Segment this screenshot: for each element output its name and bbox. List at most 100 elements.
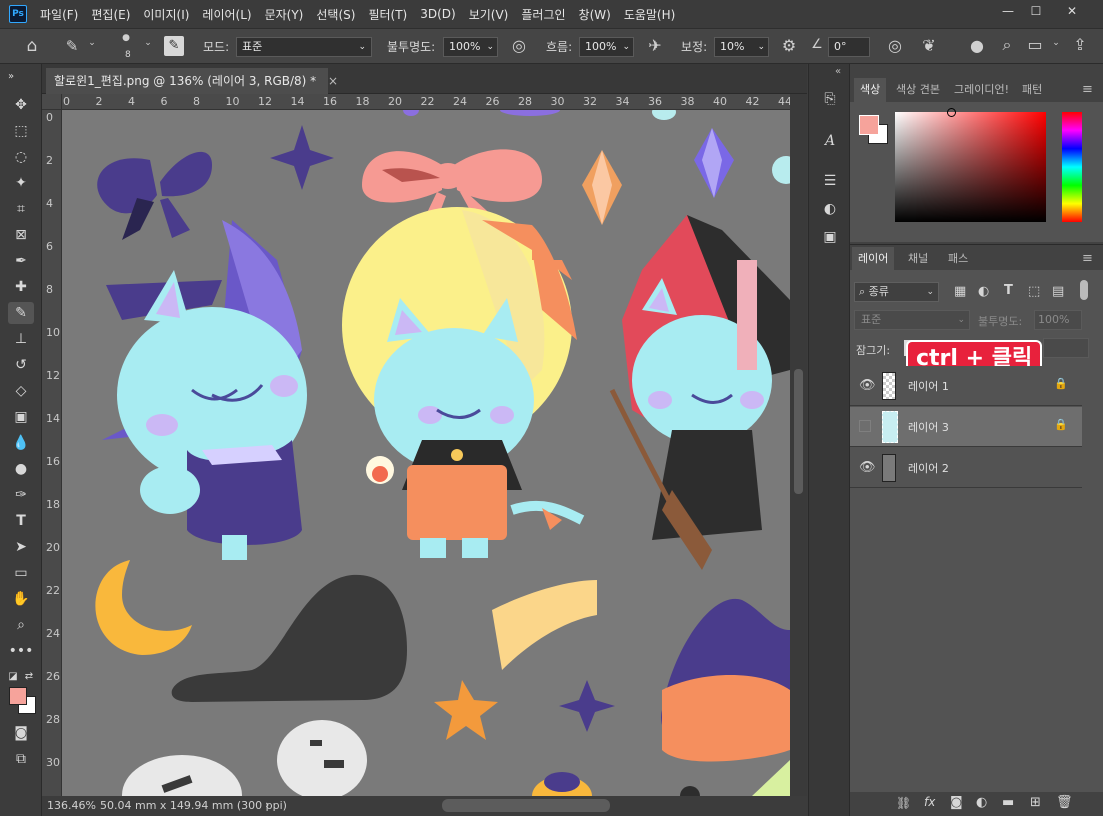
menu-type[interactable]: 문자(Y) xyxy=(265,6,304,23)
zoom-level[interactable]: 136.46% xyxy=(47,799,96,812)
more-tools-icon[interactable]: ••• xyxy=(8,640,34,662)
tab-layers[interactable]: 레이어 xyxy=(852,247,895,271)
user-icon[interactable]: ● xyxy=(966,36,988,55)
filter-type-icon[interactable]: T xyxy=(1004,283,1013,298)
crop-tool-icon[interactable]: ⌗ xyxy=(8,198,34,220)
flow-input[interactable]: 100% ⌄ xyxy=(579,37,634,57)
adjustments-icon[interactable]: ☰ xyxy=(817,170,843,192)
menu-3d[interactable]: 3D(D) xyxy=(420,7,455,21)
quick-mask-icon[interactable]: ◙ xyxy=(8,722,34,744)
filter-toggle[interactable] xyxy=(1080,280,1088,300)
marquee-tool-icon[interactable]: ⬚ xyxy=(8,120,34,142)
filter-pixel-icon[interactable]: ▦ xyxy=(954,284,966,299)
color-field[interactable] xyxy=(895,108,1046,222)
menu-plugins[interactable]: 플러그인 xyxy=(521,6,565,23)
minimize-button[interactable]: — xyxy=(995,2,1021,20)
chevron-down-icon[interactable]: ⌄ xyxy=(1050,38,1062,48)
horizontal-scroll-thumb[interactable] xyxy=(442,799,610,812)
document-tab[interactable]: 할로윈1_편집.png @ 136% (레이어 3, RGB/8) * × xyxy=(46,68,338,94)
layer-opacity-input[interactable]: 100% xyxy=(1034,310,1082,330)
history-icon[interactable]: ⎘ xyxy=(817,88,843,110)
chevron-down-icon[interactable]: ⌄ xyxy=(142,38,154,48)
menu-file[interactable]: 파일(F) xyxy=(40,6,78,23)
workspace-icon[interactable]: ▭ xyxy=(1024,35,1046,54)
mask-icon[interactable]: ◙ xyxy=(950,795,963,810)
layer-row[interactable]: 레이어 3 🔒 xyxy=(850,407,1082,447)
eyedropper-icon[interactable]: ✒ xyxy=(8,250,34,272)
trash-icon[interactable]: 🗑 xyxy=(1056,795,1073,810)
photoshop-logo-icon[interactable]: Ps xyxy=(9,5,27,23)
menu-help[interactable]: 도움말(H) xyxy=(624,6,676,23)
collapse-icon[interactable]: » xyxy=(4,66,18,88)
foreground-color-swatch[interactable] xyxy=(859,115,879,135)
blur-tool-icon[interactable]: 💧 xyxy=(8,432,34,454)
tab-color[interactable]: 색상 xyxy=(854,78,887,102)
filter-adjust-icon[interactable]: ◐ xyxy=(978,284,989,299)
canvas[interactable] xyxy=(62,110,790,796)
dodge-tool-icon[interactable]: ● xyxy=(8,458,34,480)
swap-colors-icon[interactable]: ⇄ xyxy=(22,666,36,688)
layer-row[interactable]: 👁 레이어 2 xyxy=(850,448,1082,488)
airbrush-icon[interactable]: ✈ xyxy=(644,36,666,55)
brush-settings-icon[interactable]: ✎ xyxy=(164,36,184,56)
symmetry-icon[interactable]: ❦ xyxy=(918,36,940,55)
hue-slider[interactable] xyxy=(1062,112,1082,222)
close-window-button[interactable]: ✕ xyxy=(1059,2,1085,20)
folder-icon[interactable]: ▬ xyxy=(1002,795,1014,810)
brush-tool-icon[interactable]: ✎ xyxy=(8,302,34,324)
close-tab-icon[interactable]: × xyxy=(328,68,338,94)
panel-menu-icon[interactable]: ≡ xyxy=(1082,251,1093,266)
gradient-tool-icon[interactable]: ▣ xyxy=(8,406,34,428)
menu-select[interactable]: 선택(S) xyxy=(316,6,355,23)
pressure-opacity-icon[interactable]: ◎ xyxy=(508,36,530,55)
eraser-tool-icon[interactable]: ◇ xyxy=(8,380,34,402)
history-brush-icon[interactable]: ↺ xyxy=(8,354,34,376)
frame-tool-icon[interactable]: ⊠ xyxy=(8,224,34,246)
filter-shape-icon[interactable]: ⬚ xyxy=(1028,284,1040,299)
menu-edit[interactable]: 편집(E) xyxy=(91,6,130,23)
menu-window[interactable]: 창(W) xyxy=(579,6,611,23)
status-menu-arrow[interactable]: › xyxy=(265,798,269,811)
layer-row[interactable]: 👁 레이어 1 🔒 xyxy=(850,366,1082,406)
menu-filter[interactable]: 필터(T) xyxy=(368,6,407,23)
visibility-checkbox[interactable] xyxy=(859,420,871,432)
eye-icon[interactable]: 👁 xyxy=(859,378,876,393)
brush-tip-icon[interactable]: ● xyxy=(118,33,134,43)
gear-icon[interactable]: ⚙ xyxy=(778,36,800,55)
zoom-tool-icon[interactable]: ⌕ xyxy=(8,614,34,636)
gradient-map-icon[interactable]: ◐ xyxy=(817,198,843,220)
rectangle-tool-icon[interactable]: ▭ xyxy=(8,562,34,584)
color-picker-cursor[interactable] xyxy=(947,108,956,117)
tab-channels[interactable]: 채널 xyxy=(902,247,934,271)
libraries-icon[interactable]: ▣ xyxy=(817,226,843,248)
vertical-scrollbar[interactable] xyxy=(790,94,807,796)
adjustment-icon[interactable]: ◐ xyxy=(976,795,987,810)
ruler-origin[interactable] xyxy=(42,94,62,110)
default-colors-icon[interactable]: ◪ xyxy=(6,666,20,688)
panel-menu-icon[interactable]: ≡ xyxy=(1082,82,1093,97)
menu-image[interactable]: 이미지(I) xyxy=(143,6,189,23)
brush-preset-icon[interactable]: ✎ xyxy=(62,37,82,55)
foreground-color-swatch[interactable] xyxy=(9,687,27,705)
lasso-tool-icon[interactable]: ◌ xyxy=(8,146,34,168)
magic-wand-icon[interactable]: ✦ xyxy=(8,172,34,194)
angle-input[interactable]: 0° xyxy=(828,37,870,57)
tab-gradients[interactable]: 그레이디언! xyxy=(948,78,1015,102)
layer-filter-select[interactable]: ⌕ 종류 ⌄ xyxy=(854,282,939,302)
share-icon[interactable]: ⇪ xyxy=(1068,35,1092,54)
vertical-scroll-thumb[interactable] xyxy=(794,369,803,494)
link-icon[interactable]: ⛓ xyxy=(896,796,911,810)
move-tool-icon[interactable]: ✥ xyxy=(8,94,34,116)
pressure-size-icon[interactable]: ◎ xyxy=(884,36,906,55)
restore-button[interactable]: ☐ xyxy=(1023,2,1049,20)
hand-tool-icon[interactable]: ✋ xyxy=(8,588,34,610)
screen-mode-icon[interactable]: ⧉ xyxy=(8,748,34,770)
layer-name[interactable]: 레이어 3 xyxy=(908,419,949,435)
layer-name[interactable]: 레이어 2 xyxy=(908,460,949,476)
menu-layer[interactable]: 레이어(L) xyxy=(202,6,251,23)
fx-icon[interactable]: fx xyxy=(924,795,935,809)
character-icon[interactable]: A xyxy=(817,130,843,152)
new-layer-icon[interactable]: ⊞ xyxy=(1030,795,1041,810)
filter-smart-icon[interactable]: ▤ xyxy=(1052,284,1064,299)
smoothing-input[interactable]: 10% ⌄ xyxy=(714,37,769,57)
